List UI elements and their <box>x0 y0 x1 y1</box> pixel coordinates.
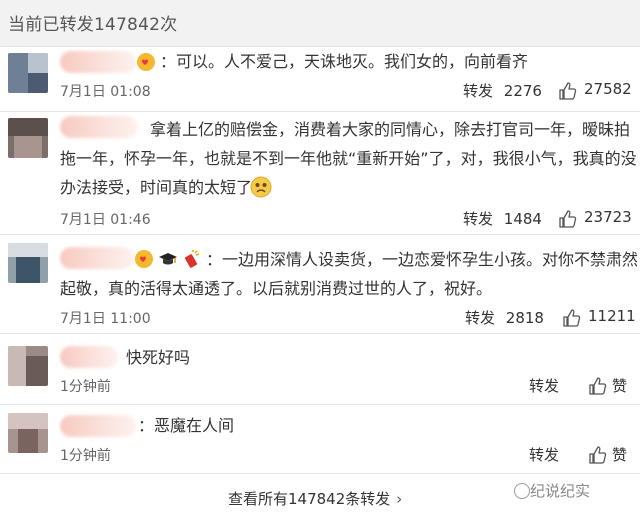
comment-time: 1分钟前 <box>60 448 111 464</box>
sad-face-emoji-icon <box>250 176 272 202</box>
comment-text-line-2: 拖一年，怀孕一年，也就是不到一年他就“重新开始”了，对，我很小气，我真的没 <box>60 149 637 168</box>
like-count: 11211 <box>588 307 636 325</box>
avatar[interactable] <box>8 243 48 283</box>
repost-count-header: 当前已转发147842次 <box>0 0 640 47</box>
username-blurred[interactable] <box>60 415 136 437</box>
avatar[interactable] <box>8 346 48 386</box>
repost-button[interactable]: 转发 2818 <box>465 307 544 328</box>
username-blurred[interactable] <box>60 51 136 73</box>
comment-item: ：一边用深情人设卖货，一边恋爱怀孕生小孩。对你不禁肃然 起敬，真的活得太通透了。… <box>0 235 640 333</box>
username-blurred[interactable] <box>60 116 138 138</box>
username-blurred[interactable] <box>60 346 118 368</box>
comment-text: 一边用深情人设卖货，一边恋爱怀孕生小孩。对你不禁肃然 <box>222 250 639 269</box>
thumbs-up-icon[interactable] <box>562 308 582 328</box>
username-blurred[interactable] <box>60 247 134 269</box>
repost-count: 1484 <box>503 210 542 228</box>
thumbs-up-icon[interactable] <box>558 81 578 101</box>
like-count: 23723 <box>584 208 632 226</box>
view-all-reposts-link[interactable]: 查看所有147842条转发 › <box>228 488 402 509</box>
view-all-label: 查看所有147842条转发 <box>228 490 391 508</box>
heart-emoji-icon <box>134 249 154 273</box>
repost-button[interactable]: 转发 <box>529 375 559 396</box>
comment-item: 快死好吗 1分钟前 转发 赞 <box>0 334 640 404</box>
comment-text-line-2: 起敬，真的活得太通透了。以后就别消费过世的人了，祝好。 <box>60 279 493 298</box>
thumbs-up-icon[interactable] <box>588 445 608 465</box>
comment-text-line-1: ：一边用深情人设卖货，一边恋爱怀孕生小孩。对你不禁肃然 <box>206 250 639 269</box>
repost-label: 转发 <box>465 309 496 327</box>
repost-count: 2818 <box>505 309 544 327</box>
firecracker-icon <box>182 249 202 273</box>
graduation-cap-icon <box>158 249 178 273</box>
repost-button[interactable]: 转发 1484 <box>463 208 542 229</box>
watermark-text: 纪说纪实 <box>530 482 591 500</box>
like-label[interactable]: 赞 <box>612 375 627 396</box>
comment-text-line-1: 拿着上亿的赔偿金，消费着大家的同情心，除去打官司一年，暧昧拍 <box>150 120 631 139</box>
avatar[interactable] <box>8 413 48 453</box>
thumbs-up-icon[interactable] <box>558 209 578 229</box>
repost-count: 2276 <box>503 82 542 100</box>
like-label[interactable]: 赞 <box>612 444 627 465</box>
avatar[interactable] <box>8 53 48 93</box>
repost-button[interactable]: 转发 <box>529 444 559 465</box>
comment-text: ：恶魔在人间 <box>138 416 235 435</box>
comment-time: 7月1日 01:08 <box>60 84 151 100</box>
heart-emoji-icon <box>136 52 156 76</box>
comment-item: ：恶魔在人间 1分钟前 转发 赞 <box>0 405 640 473</box>
comment-time: 1分钟前 <box>60 379 111 395</box>
repost-label: 转发 <box>463 210 494 228</box>
repost-count-title: 当前已转发147842次 <box>8 15 178 35</box>
comment-text: 快死好吗 <box>126 348 191 367</box>
comment-text: ：可以。人不爱己，天诛地灭。我们女的，向前看齐 <box>160 52 529 71</box>
avatar[interactable] <box>8 118 48 158</box>
comment-text-line-3: 办法接受，时间真的太短了 <box>60 178 253 197</box>
chevron-right-icon: › <box>396 490 403 508</box>
comment-item: 拿着上亿的赔偿金，消费着大家的同情心，除去打官司一年，暧昧拍 拖一年，怀孕一年，… <box>0 112 640 234</box>
repost-button[interactable]: 转发 2276 <box>463 80 542 101</box>
comment-time: 7月1日 01:46 <box>60 212 151 228</box>
watermark-logo-icon <box>514 483 530 499</box>
repost-label: 转发 <box>463 82 494 100</box>
comment-time: 7月1日 11:00 <box>60 311 151 327</box>
comment-item: ：可以。人不爱己，天诛地灭。我们女的，向前看齐 7月1日 01:08 转发 22… <box>0 47 640 111</box>
thumbs-up-icon[interactable] <box>588 376 608 396</box>
like-count: 27582 <box>584 80 632 98</box>
